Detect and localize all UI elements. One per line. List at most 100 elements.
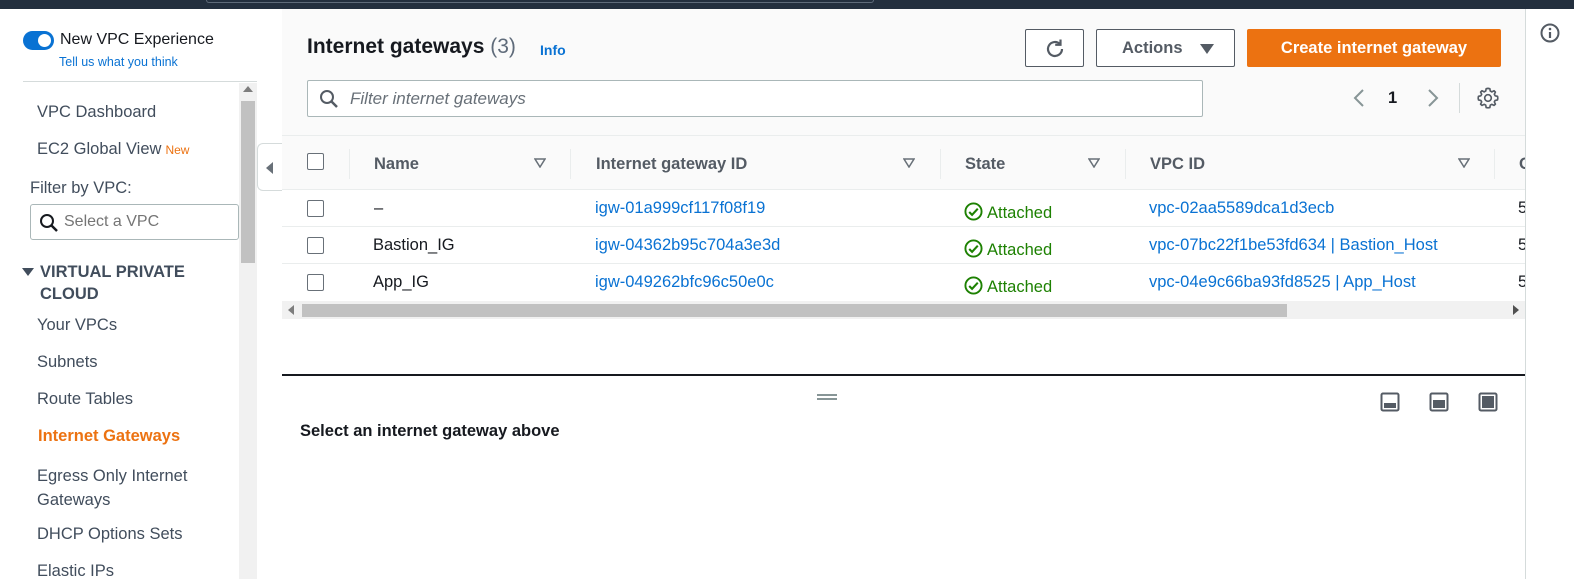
new-experience-label: New VPC Experience	[60, 31, 214, 48]
gateways-table: Name Internet gateway ID State VPC ID O …	[282, 135, 1525, 299]
cell-gateway-id-link[interactable]: igw-01a999cf117f08f19	[595, 199, 765, 218]
split-bottom-icon[interactable]	[1380, 392, 1400, 412]
cell-vpc-id-link[interactable]: vpc-07bc22f1be53fd634 | Bastion_Host	[1149, 236, 1438, 255]
sidebar-item-elastic-ips[interactable]: Elastic IPs	[37, 562, 114, 579]
column-header-name[interactable]: Name	[374, 155, 419, 174]
split-full-icon[interactable]	[1478, 392, 1498, 412]
details-empty-message: Select an internet gateway above	[300, 422, 560, 440]
table-row[interactable]: App_IG igw-049262bfc96c50e0c Attached vp…	[282, 264, 1525, 299]
gear-icon[interactable]	[1477, 87, 1499, 109]
main-content: Internet gateways (3) Info Actions Creat…	[282, 9, 1525, 579]
create-internet-gateway-button[interactable]: Create internet gateway	[1247, 29, 1501, 67]
cell-state: Attached	[964, 199, 1052, 223]
actions-label: Actions	[1122, 39, 1183, 57]
caret-down-icon	[22, 268, 34, 276]
next-page-icon[interactable]	[1422, 88, 1442, 108]
column-divider	[940, 149, 941, 179]
sidebar-scroll-thumb[interactable]	[241, 101, 255, 263]
row-checkbox[interactable]	[307, 274, 324, 291]
sidebar-item-ec2-global-view[interactable]: EC2 Global View New	[37, 140, 189, 159]
column-header-state[interactable]: State	[965, 155, 1005, 174]
sidebar-scrollbar[interactable]	[239, 83, 257, 579]
sidebar-item-vpc-dashboard[interactable]: VPC Dashboard	[37, 103, 156, 122]
section-title: VIRTUAL PRIVATE CLOUD	[40, 263, 185, 303]
sidebar-item-your-vpcs[interactable]: Your VPCs	[37, 316, 117, 335]
sidebar-item-internet-gateways[interactable]: Internet Gateways	[38, 427, 180, 446]
table-horizontal-scrollbar[interactable]	[282, 301, 1525, 319]
horizontal-scroll-thumb[interactable]	[302, 304, 1287, 317]
sort-icon[interactable]	[1458, 158, 1470, 168]
row-checkbox[interactable]	[307, 237, 324, 254]
help-rail	[1525, 9, 1574, 579]
item-count: (3)	[490, 35, 516, 58]
column-divider	[1125, 149, 1126, 179]
feedback-link[interactable]: Tell us what you think	[59, 55, 178, 69]
sort-icon[interactable]	[534, 158, 546, 168]
cell-state: Attached	[964, 236, 1052, 260]
split-half-icon[interactable]	[1429, 392, 1449, 412]
state-label: Attached	[987, 204, 1053, 222]
cell-name: –	[374, 199, 384, 217]
page-title-text: Internet gateways	[307, 35, 485, 58]
sort-icon[interactable]	[903, 158, 915, 168]
cell-gateway-id-link[interactable]: igw-049262bfc96c50e0c	[595, 273, 774, 292]
info-icon[interactable]	[1540, 23, 1560, 43]
create-label: Create internet gateway	[1280, 39, 1468, 57]
cell-vpc-id-link[interactable]: vpc-02aa5589dca1d3ecb	[1149, 199, 1334, 218]
table-header-row: Name Internet gateway ID State VPC ID O	[282, 135, 1525, 190]
scroll-left-arrow-icon[interactable]	[288, 305, 294, 315]
select-all-checkbox[interactable]	[307, 153, 324, 170]
sidebar-item-dhcp-options-sets[interactable]: DHCP Options Sets	[37, 525, 183, 544]
details-split-panel: Select an internet gateway above	[282, 376, 1525, 579]
caret-left-icon	[266, 162, 273, 174]
table-row[interactable]: Bastion_IG igw-04362b95c704a3e3d Attache…	[282, 227, 1525, 264]
scroll-right-arrow-icon[interactable]	[1513, 305, 1519, 315]
info-link[interactable]: Info	[540, 42, 566, 58]
success-check-icon	[964, 239, 983, 258]
column-divider	[1494, 149, 1495, 179]
new-experience-toggle[interactable]	[23, 31, 54, 50]
search-icon	[320, 90, 338, 108]
browser-top-bar	[0, 0, 1574, 9]
sidebar-item-egress-only-internet-gateways[interactable]: Egress Only Internet Gateways	[37, 464, 217, 512]
address-bar-edge	[206, 0, 874, 3]
row-checkbox[interactable]	[307, 200, 324, 217]
refresh-button[interactable]	[1025, 29, 1084, 67]
column-divider	[349, 149, 350, 179]
section-virtual-private-cloud[interactable]: VIRTUAL PRIVATE CLOUD	[22, 261, 222, 305]
collapse-sidebar-button[interactable]	[257, 143, 282, 191]
cell-gateway-id-link[interactable]: igw-04362b95c704a3e3d	[595, 236, 780, 255]
state-label: Attached	[987, 278, 1053, 296]
sidebar-item-subnets[interactable]: Subnets	[37, 353, 98, 372]
refresh-icon	[1046, 39, 1064, 58]
vpc-filter-select[interactable]	[30, 204, 239, 240]
current-page-number[interactable]: 1	[1388, 89, 1397, 108]
table-row[interactable]: – igw-01a999cf117f08f19 Attached vpc-02a…	[282, 190, 1525, 227]
filter-input[interactable]	[350, 88, 1170, 110]
cell-owner: 5	[1518, 236, 1525, 254]
resize-handle-icon[interactable]	[817, 394, 837, 400]
page-title: Internet gateways (3)	[307, 35, 516, 59]
cell-vpc-id-link[interactable]: vpc-04e9c66ba93fd8525 | App_Host	[1149, 273, 1416, 292]
actions-button[interactable]: Actions	[1096, 29, 1235, 67]
sidebar: New VPC Experience Tell us what you thin…	[0, 9, 257, 579]
scroll-up-arrow-icon[interactable]	[243, 86, 253, 92]
sidebar-divider	[23, 81, 257, 82]
table-header-area: Internet gateways (3) Info Actions Creat…	[282, 9, 1525, 135]
filter-search-box[interactable]	[307, 80, 1203, 117]
vpc-filter-input[interactable]	[64, 211, 234, 233]
cell-owner: 5	[1518, 199, 1525, 217]
previous-page-icon[interactable]	[1350, 88, 1370, 108]
sort-icon[interactable]	[1088, 158, 1100, 168]
sidebar-item-route-tables[interactable]: Route Tables	[37, 390, 133, 409]
column-header-internet-gateway-id[interactable]: Internet gateway ID	[596, 155, 747, 174]
caret-down-icon	[1200, 44, 1214, 54]
cell-name: App_IG	[373, 273, 429, 291]
column-divider	[570, 149, 571, 179]
success-check-icon	[964, 276, 983, 295]
state-label: Attached	[987, 241, 1053, 259]
cell-owner: 5	[1518, 273, 1525, 291]
column-header-vpc-id[interactable]: VPC ID	[1150, 155, 1205, 174]
sidebar-item-label: EC2 Global View	[37, 140, 162, 158]
filter-by-vpc-label: Filter by VPC:	[30, 179, 132, 197]
